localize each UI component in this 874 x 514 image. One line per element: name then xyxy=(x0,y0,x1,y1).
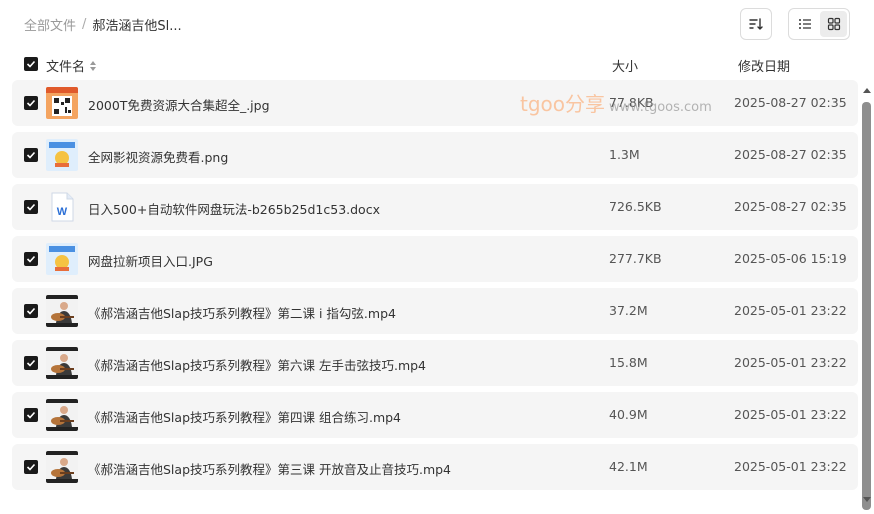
row-checkbox[interactable] xyxy=(24,200,38,214)
check-icon xyxy=(26,203,36,211)
breadcrumb-separator: / xyxy=(82,16,87,32)
file-date: 2025-08-27 02:35 xyxy=(734,95,847,110)
file-date: 2025-08-27 02:35 xyxy=(734,147,847,162)
file-name[interactable]: 网盘拉新项目入口.JPG xyxy=(88,251,213,270)
list-view-button[interactable] xyxy=(791,11,818,37)
grid-view-button[interactable] xyxy=(820,11,847,37)
file-date: 2025-05-01 23:22 xyxy=(734,459,847,474)
check-icon xyxy=(26,99,36,107)
file-name[interactable]: 日入500+自动软件网盘玩法-b265b25d1c53.docx xyxy=(88,199,380,218)
check-icon xyxy=(26,463,36,471)
row-checkbox[interactable] xyxy=(24,460,38,474)
column-header-name-label: 文件名 xyxy=(46,60,86,75)
view-toggle xyxy=(788,8,850,40)
check-icon xyxy=(26,255,36,263)
file-name[interactable]: 《郝浩涵吉他Slap技巧系列教程》第二课 i 指勾弦.mp4 xyxy=(88,303,396,322)
scrollbar[interactable] xyxy=(860,84,874,514)
video-thumbnail xyxy=(46,451,78,483)
breadcrumb-current: 郝浩涵吉他Sl... xyxy=(92,18,182,34)
table-header: 文件名 大小 修改日期 xyxy=(0,50,874,78)
check-icon xyxy=(26,307,36,315)
file-row[interactable]: 网盘拉新项目入口.JPG 277.7KB 2025-05-06 15:19 xyxy=(12,236,858,282)
video-thumbnail xyxy=(46,295,78,327)
file-size: 726.5KB xyxy=(609,199,662,214)
file-row[interactable]: 《郝浩涵吉他Slap技巧系列教程》第六课 左手击弦技巧.mp4 15.8M 2025… xyxy=(12,340,858,386)
image-thumbnail xyxy=(46,243,78,275)
watermark: tgoo分享 www.tgoos.com xyxy=(520,88,712,117)
scrollbar-thumb[interactable] xyxy=(862,102,871,510)
breadcrumb: 全部文件 / 郝浩涵吉他Sl... xyxy=(24,14,182,34)
row-checkbox[interactable] xyxy=(24,252,38,266)
watermark-text: tgoo分享 xyxy=(520,92,606,116)
file-date: 2025-05-01 23:22 xyxy=(734,355,847,370)
file-size: 42.1M xyxy=(609,459,648,474)
file-name[interactable]: 《郝浩涵吉他Slap技巧系列教程》第四课 组合练习.mp4 xyxy=(88,407,401,426)
file-size: 277.7KB xyxy=(609,251,662,266)
file-list: 2000T免费资源大合集超全_.jpg 77.8KB 2025-08-27 02:3… xyxy=(0,80,860,514)
grid-view-icon xyxy=(827,17,840,31)
sort-toggle-icon xyxy=(90,60,97,71)
row-checkbox[interactable] xyxy=(24,148,38,162)
qr-image-thumbnail xyxy=(46,87,78,119)
svg-text:W: W xyxy=(57,206,68,218)
file-row[interactable]: 2000T免费资源大合集超全_.jpg 77.8KB 2025-08-27 02:3… xyxy=(12,80,858,126)
row-checkbox[interactable] xyxy=(24,408,38,422)
row-checkbox[interactable] xyxy=(24,356,38,370)
row-checkbox[interactable] xyxy=(24,304,38,318)
file-size: 40.9M xyxy=(609,407,648,422)
word-doc-icon: W xyxy=(46,191,78,223)
file-row[interactable]: W 日入500+自动软件网盘玩法-b265b25d1c53.docx 726.5KB… xyxy=(12,184,858,230)
file-row[interactable]: 全网影视资源免费看.png 1.3M 2025-08-27 02:35 xyxy=(12,132,858,178)
file-name[interactable]: 2000T免费资源大合集超全_.jpg xyxy=(88,95,270,114)
column-header-date[interactable]: 修改日期 xyxy=(738,56,790,75)
check-icon xyxy=(26,60,36,68)
check-icon xyxy=(26,359,36,367)
row-checkbox[interactable] xyxy=(24,96,38,110)
file-size: 1.3M xyxy=(609,147,640,162)
list-view-icon xyxy=(798,19,811,29)
column-header-name[interactable]: 文件名 xyxy=(46,56,97,75)
file-name[interactable]: 《郝浩涵吉他Slap技巧系列教程》第六课 左手击弦技巧.mp4 xyxy=(88,355,426,374)
video-thumbnail xyxy=(46,399,78,431)
select-all-checkbox[interactable] xyxy=(24,57,38,71)
image-thumbnail xyxy=(46,139,78,171)
file-name[interactable]: 全网影视资源免费看.png xyxy=(88,147,228,166)
column-header-size[interactable]: 大小 xyxy=(612,56,638,75)
file-date: 2025-05-01 23:22 xyxy=(734,407,847,422)
scroll-down-icon[interactable] xyxy=(862,496,872,504)
video-thumbnail xyxy=(46,347,78,379)
file-size: 37.2M xyxy=(609,303,648,318)
breadcrumb-root[interactable]: 全部文件 xyxy=(24,15,76,34)
file-row[interactable]: 《郝浩涵吉他Slap技巧系列教程》第二课 i 指勾弦.mp4 37.2M 2025-… xyxy=(12,288,858,334)
sort-button[interactable] xyxy=(740,8,772,40)
scroll-up-icon[interactable] xyxy=(862,86,872,94)
file-size: 15.8M xyxy=(609,355,648,370)
watermark-url: www.tgoos.com xyxy=(609,100,712,115)
check-icon xyxy=(26,411,36,419)
file-date: 2025-08-27 02:35 xyxy=(734,199,847,214)
file-row[interactable]: 《郝浩涵吉他Slap技巧系列教程》第四课 组合练习.mp4 40.9M 2025-0… xyxy=(12,392,858,438)
check-icon xyxy=(26,151,36,159)
file-name[interactable]: 《郝浩涵吉他Slap技巧系列教程》第三课 开放音及止音技巧.mp4 xyxy=(88,459,451,478)
file-row[interactable]: 《郝浩涵吉他Slap技巧系列教程》第三课 开放音及止音技巧.mp4 42.1M 20… xyxy=(12,444,858,490)
file-date: 2025-05-01 23:22 xyxy=(734,303,847,318)
sort-icon xyxy=(749,18,763,30)
file-date: 2025-05-06 15:19 xyxy=(734,251,847,266)
